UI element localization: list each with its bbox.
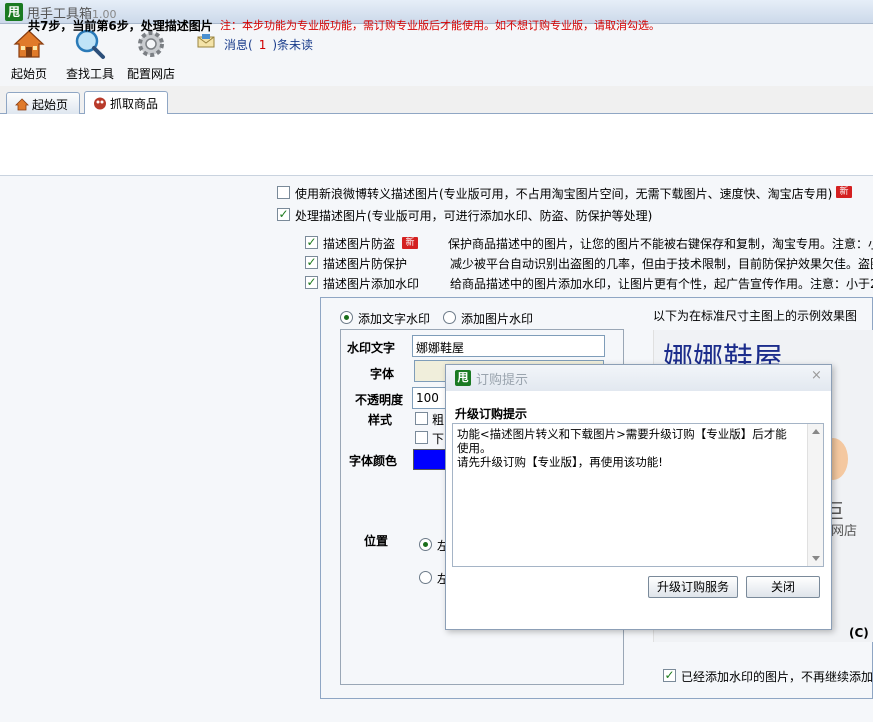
skip-watermarked-checkbox[interactable]: ✓ [663, 669, 676, 682]
dialog-message: 功能<描述图片转义和下载图片>需要升级订购【专业版】后才能 使用。 请先升级订购… [457, 427, 799, 469]
anti-protect-desc: 减少被平台自动识别出盗图的几率，但由于技术限制，目前防保护效果欠佳。盗图 [450, 257, 873, 271]
config-shop-label: 配置网店 [126, 67, 175, 81]
anti-protect-label: 描述图片防保护 [323, 257, 408, 271]
watermark-text-input[interactable]: 娜娜鞋屋 [412, 335, 605, 357]
capture-icon [94, 97, 106, 110]
envelope-icon[interactable] [197, 34, 215, 48]
tab-bar: 起始页 抓取商品 [0, 88, 873, 115]
home-tool-label: 起始页 [10, 67, 47, 81]
preview-caption: 以下为在标准尺寸主图上的示例效果图 [653, 309, 858, 323]
close-icon[interactable]: × [811, 368, 822, 383]
bold-label: 粗 [432, 413, 445, 427]
dialog-heading: 升级订购提示 [455, 407, 528, 421]
message-prefix: 消息( [224, 38, 253, 52]
new-badge: 新 [836, 186, 852, 198]
process-images-label: 处理描述图片(专业版可用，可进行添加水印、防盗、防保护等处理) [295, 209, 653, 223]
position-radio-1[interactable] [419, 538, 432, 551]
skip-watermarked-label: 已经添加水印的图片，不再继续添加 [681, 670, 873, 684]
tab-home[interactable]: 起始页 [6, 92, 80, 115]
underline-checkbox[interactable] [415, 431, 428, 444]
upgrade-service-button[interactable]: 升级订购服务 [648, 576, 738, 598]
style-label: 样式 [368, 413, 393, 427]
step-header [0, 114, 873, 176]
font-color-label: 字体颜色 [349, 454, 398, 468]
message-count: 1 [258, 38, 267, 52]
find-tools-label: 查找工具 [65, 67, 114, 81]
anti-protect-checkbox[interactable]: ✓ [305, 256, 318, 269]
process-images-checkbox[interactable]: ✓ [277, 208, 290, 221]
position-radio-2[interactable] [419, 571, 432, 584]
weibo-label: 使用新浪微博转义描述图片(专业版可用，不占用淘宝图片空间，无需下载图片、速度快、… [295, 187, 833, 201]
step-note: 注：本步功能为专业版功能，需订购专业版后才能使用。如不想订购专业版，请取消勾选。 [220, 19, 660, 32]
text-watermark-radio[interactable] [340, 311, 353, 324]
new-badge: 新 [402, 237, 418, 249]
opacity-label: 不透明度 [355, 393, 404, 407]
close-button[interactable]: 关闭 [746, 576, 820, 598]
message-link[interactable]: 消息( 1 )条未读 [224, 36, 313, 53]
dialog-message-line: 请先升级订购【专业版】，再使用该功能! [457, 455, 663, 469]
add-watermark-checkbox[interactable]: ✓ [305, 276, 318, 289]
tab-home-label: 起始页 [32, 98, 69, 112]
weibo-checkbox[interactable] [277, 186, 290, 199]
font-label: 字体 [370, 367, 395, 381]
dialog-title: 订购提示 [476, 373, 529, 388]
tab-capture-product[interactable]: 抓取商品 [84, 91, 168, 115]
image-watermark-radio[interactable] [443, 311, 456, 324]
underline-label: 下 [432, 432, 445, 446]
step-title: 共7步，当前第6步，处理描述图片 [28, 19, 213, 33]
house-icon [15, 98, 29, 111]
watermark-text-label: 水印文字 [347, 341, 396, 355]
scroll-arrows-icon [812, 429, 820, 561]
anti-theft-label: 描述图片防盗 [323, 237, 396, 251]
text-watermark-label: 添加文字水印 [358, 312, 431, 326]
anti-theft-desc: 保护商品描述中的图片，让您的图片不能被右键保存和复制，淘宝专用。注意：小于 [448, 237, 873, 251]
bold-checkbox[interactable] [415, 412, 428, 425]
message-suffix: )条未读 [272, 38, 314, 52]
add-watermark-desc: 给商品描述中的图片添加水印，让图片更有个性，起广告宣传作用。注意：小于2 [450, 277, 873, 291]
app-logo: 甩 [5, 3, 23, 21]
image-watermark-label: 添加图片水印 [461, 312, 534, 326]
dialog-message-line: 使用。 [457, 441, 492, 455]
dialog-message-line: 功能<描述图片转义和下载图片>需要升级订购【专业版】后才能 [457, 427, 787, 441]
anti-theft-checkbox[interactable]: ✓ [305, 236, 318, 249]
add-watermark-label: 描述图片添加水印 [323, 277, 420, 291]
tab-capture-label: 抓取商品 [110, 97, 159, 111]
dialog-scrollbar[interactable] [807, 424, 823, 566]
preview-copyright: (C) s [849, 626, 873, 640]
font-color-swatch[interactable] [413, 449, 447, 470]
dialog-logo: 甩 [455, 370, 471, 386]
position-label: 位置 [364, 534, 389, 548]
